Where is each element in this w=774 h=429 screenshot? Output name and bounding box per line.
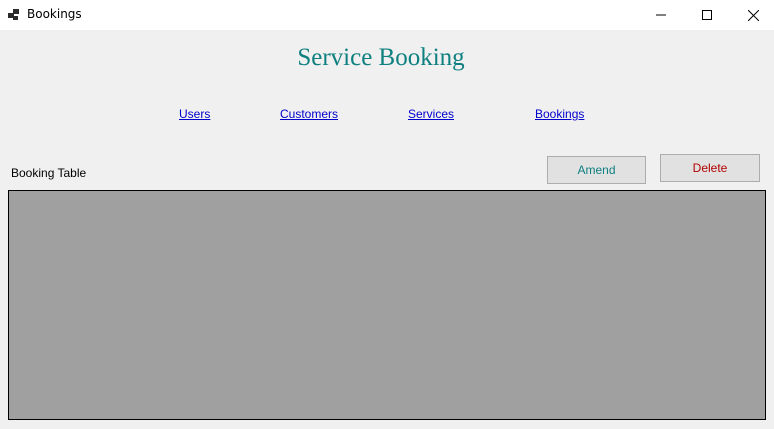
close-button[interactable] bbox=[730, 0, 774, 30]
app-icon bbox=[8, 9, 19, 20]
minimize-icon bbox=[656, 14, 666, 16]
minimize-button[interactable] bbox=[638, 0, 684, 30]
booking-table-label: Booking Table bbox=[11, 166, 87, 180]
delete-button[interactable]: Delete bbox=[660, 154, 760, 182]
title-bar[interactable]: Bookings bbox=[0, 0, 774, 30]
close-icon bbox=[747, 9, 759, 21]
maximize-button[interactable] bbox=[684, 0, 730, 30]
amend-button[interactable]: Amend bbox=[547, 156, 646, 184]
booking-table-grid[interactable] bbox=[8, 190, 766, 420]
maximize-icon bbox=[702, 10, 712, 20]
nav-link-bookings[interactable]: Bookings bbox=[535, 107, 584, 121]
nav-link-services[interactable]: Services bbox=[408, 107, 454, 121]
bookings-window: Bookings Service Booking Users Customers… bbox=[0, 0, 774, 429]
nav-link-customers[interactable]: Customers bbox=[280, 107, 338, 121]
nav-link-users[interactable]: Users bbox=[179, 107, 210, 121]
page-title: Service Booking bbox=[297, 44, 465, 71]
window-title: Bookings bbox=[27, 7, 82, 21]
